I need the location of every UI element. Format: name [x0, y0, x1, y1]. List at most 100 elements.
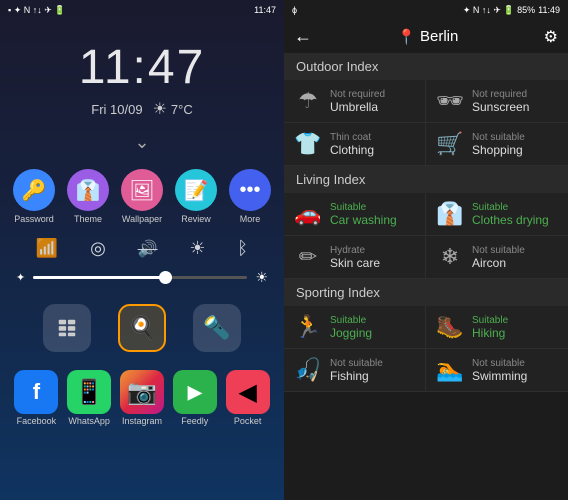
review-icon-circle[interactable]: 📝 — [175, 169, 217, 211]
clothing-icon: 👕 — [294, 131, 322, 157]
shopping-icon: 🛒 — [436, 131, 464, 157]
right-panel: ϕ ✦ N ↑↓ ✈ 🔋 85% 11:49 ← 📍 Berlin ⚙ Outd… — [284, 0, 568, 500]
brightness-thumb[interactable] — [159, 271, 172, 284]
umbrella-cell: ☂ Not required Umbrella — [284, 80, 426, 123]
hiking-label: Hiking — [472, 326, 508, 340]
app-icon-more[interactable]: ••• More — [229, 169, 271, 224]
hiking-cell: 🥾 Suitable Hiking — [426, 306, 568, 349]
shopping-text: Not suitable Shopping — [472, 132, 525, 157]
skincare-text: Hydrate Skin care — [330, 245, 380, 270]
app-label-wallpaper: Wallpaper — [122, 214, 162, 224]
theme-icon-circle[interactable]: 👔 — [67, 169, 109, 211]
instagram-icon[interactable]: 📷 — [120, 370, 164, 414]
location-toggle[interactable]: ◎ — [90, 238, 106, 259]
jogging-text: Suitable Jogging — [330, 315, 372, 340]
clothing-cell: 👕 Thin coat Clothing — [284, 123, 426, 166]
bottom-app-pocket[interactable]: ◀ Pocket — [226, 370, 270, 426]
aircon-icon: ❄ — [436, 244, 464, 270]
living-index-header: Living Index — [284, 166, 568, 193]
clothing-text: Thin coat Clothing — [330, 132, 374, 157]
sunscreen-cell: 🕶 Not required Sunscreen — [426, 80, 568, 123]
clothing-label: Clothing — [330, 143, 374, 157]
bottom-app-whatsapp[interactable]: 📱 WhatsApp — [67, 370, 111, 426]
living-grid: 🚗 Suitable Car washing 👔 Suitable Clothe… — [284, 193, 568, 279]
bottom-app-instagram[interactable]: 📷 Instagram — [120, 370, 164, 426]
temperature: 7°C — [171, 102, 193, 117]
left-status-time: 11:47 — [254, 5, 276, 15]
sporting-title: Sporting Index — [296, 285, 380, 300]
fishing-icon: 🎣 — [294, 357, 322, 383]
app-icon-wallpaper[interactable]: 🖼 Wallpaper — [121, 169, 163, 224]
carwashing-label: Car washing — [330, 213, 397, 227]
left-status-bar: ▪ ✦ N ↑↓ ✈ 🔋 11:47 — [0, 0, 284, 20]
carwashing-text: Suitable Car washing — [330, 202, 397, 227]
sunscreen-text: Not required Sunscreen — [472, 89, 529, 114]
umbrella-icon: ☂ — [294, 88, 322, 114]
instagram-label: Instagram — [122, 416, 162, 426]
clothes-drying-cell: 👔 Suitable Clothes drying — [426, 193, 568, 236]
location-pin-icon: 📍 — [397, 28, 416, 46]
aircon-status: Not suitable — [472, 245, 525, 256]
app-icon-review[interactable]: 📝 Review — [175, 169, 217, 224]
feedly-icon[interactable]: ▶ — [173, 370, 217, 414]
sporting-grid: 🏃 Suitable Jogging 🥾 Suitable Hiking 🎣 N… — [284, 306, 568, 392]
sunscreen-icon: 🕶 — [436, 88, 464, 114]
left-panel: ▪ ✦ N ↑↓ ✈ 🔋 11:47 11:47 Fri 10/09 ☀ 7°C… — [0, 0, 284, 500]
hiking-icon: 🥾 — [436, 314, 464, 340]
bluetooth-toggle[interactable]: ᛒ — [237, 238, 248, 259]
dock-flashlight[interactable]: 🔦 — [193, 304, 241, 352]
skincare-icon: ✏ — [294, 244, 322, 270]
date-display: Fri 10/09 — [91, 102, 142, 117]
swimming-status: Not suitable — [472, 358, 527, 369]
outdoor-index-header: Outdoor Index — [284, 53, 568, 80]
outdoor-grid: ☂ Not required Umbrella 🕶 Not required S… — [284, 80, 568, 166]
sporting-index-header: Sporting Index — [284, 279, 568, 306]
app-icon-password[interactable]: 🔑 Password — [13, 169, 55, 224]
fishing-status: Not suitable — [330, 358, 383, 369]
app-label-password: Password — [14, 214, 54, 224]
fishing-text: Not suitable Fishing — [330, 358, 383, 383]
dock-cooking[interactable]: 🍳 — [118, 304, 166, 352]
app-icon-theme[interactable]: 👔 Theme — [67, 169, 109, 224]
chevron-down-icon: ⌄ — [0, 124, 284, 161]
hiking-status: Suitable — [472, 315, 508, 326]
dock-calculator[interactable] — [43, 304, 91, 352]
wallpaper-icon-circle[interactable]: 🖼 — [121, 169, 163, 211]
right-header: ← 📍 Berlin ⚙ — [284, 20, 568, 53]
settings-button[interactable]: ⚙ — [544, 27, 558, 47]
jogging-cell: 🏃 Suitable Jogging — [284, 306, 426, 349]
wifi-toggle[interactable]: 📶 — [36, 238, 58, 259]
pocket-label: Pocket — [234, 416, 262, 426]
sunscreen-status: Not required — [472, 89, 529, 100]
pocket-icon[interactable]: ◀ — [226, 370, 270, 414]
right-status-icons: ✦ N ↑↓ ✈ 🔋 85% 11:49 — [463, 5, 560, 16]
living-title: Living Index — [296, 172, 365, 187]
weather-icon: ☀ — [153, 99, 167, 119]
bottom-app-feedly[interactable]: ▶ Feedly — [173, 370, 217, 426]
aircon-cell: ❄ Not suitable Aircon — [426, 236, 568, 279]
facebook-icon[interactable]: f — [14, 370, 58, 414]
bottom-app-facebook[interactable]: f Facebook — [14, 370, 58, 426]
brightness-low-icon: ✦ — [16, 271, 25, 284]
brightness-high-icon: ☀ — [255, 269, 268, 286]
brightness-toggle[interactable]: ☀ — [189, 238, 205, 259]
brightness-track[interactable] — [33, 276, 247, 279]
back-button[interactable]: ← — [294, 26, 312, 47]
shopping-label: Shopping — [472, 143, 525, 157]
whatsapp-icon[interactable]: 📱 — [67, 370, 111, 414]
fishing-cell: 🎣 Not suitable Fishing — [284, 349, 426, 392]
quick-toggles-row: 📶 ◎ 🔊 ☀ ᛒ — [0, 232, 284, 265]
umbrella-status: Not required — [330, 89, 385, 100]
skincare-cell: ✏ Hydrate Skin care — [284, 236, 426, 279]
clothes-drying-icon: 👔 — [436, 201, 464, 227]
umbrella-text: Not required Umbrella — [330, 89, 385, 114]
swimming-text: Not suitable Swimming — [472, 358, 527, 383]
more-icon-circle[interactable]: ••• — [229, 169, 271, 211]
mute-toggle[interactable]: 🔊 — [138, 239, 158, 259]
outdoor-title: Outdoor Index — [296, 59, 378, 74]
jogging-status: Suitable — [330, 315, 372, 326]
bottom-apps-row: f Facebook 📱 WhatsApp 📷 Instagram ▶ Feed… — [0, 362, 284, 434]
clock-widget: 11:47 Fri 10/09 ☀ 7°C — [0, 20, 284, 124]
fishing-label: Fishing — [330, 369, 383, 383]
password-icon-circle[interactable]: 🔑 — [13, 169, 55, 211]
